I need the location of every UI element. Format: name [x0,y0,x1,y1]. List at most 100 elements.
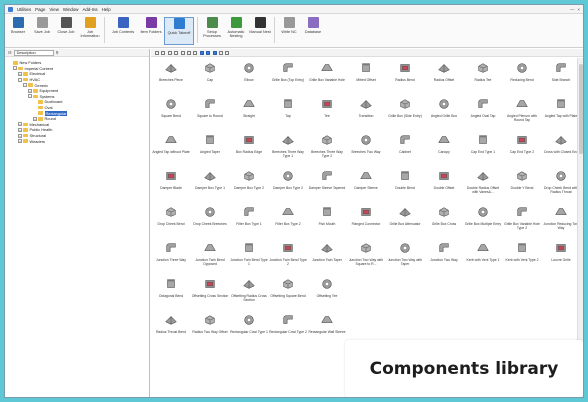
expand-toggle-icon[interactable]: - [18,77,22,82]
component-item[interactable]: Straight [230,97,268,132]
component-item[interactable]: Reducing Bend [503,61,541,96]
component-item[interactable]: Drop Cheek Breeches [191,205,229,240]
component-item[interactable]: Junction Reducing Two Way [542,205,580,240]
menu-item[interactable]: Utilities [17,7,31,12]
component-item[interactable]: Radius Bend [386,61,424,96]
component-item[interactable]: Cap End Type 2 [503,133,541,168]
forward-icon[interactable] [161,50,166,55]
expand-toggle-icon[interactable]: + [18,133,22,138]
expand-toggle-icon[interactable]: - [28,94,32,99]
component-item[interactable]: Breeches Three Way Type 2 [308,133,346,168]
component-item[interactable]: Damper Box Type 2 [230,169,268,204]
component-item[interactable]: Radius Two Way Offset [191,313,229,348]
component-item[interactable]: Grille Box Variable Hole [308,61,346,96]
component-item[interactable]: Grille Box (Top Entry) [269,61,307,96]
component-item[interactable]: Filter Box Type 1 [230,205,268,240]
component-item[interactable]: Kerb with Vent Type 2 [503,241,541,276]
component-item[interactable]: Filter Box Type 2 [269,205,307,240]
component-item[interactable]: Grille Box Variable Hole Type 2 [503,205,541,240]
delete-icon[interactable] [180,50,185,55]
component-item[interactable]: Drop Cheek Bend [152,205,190,240]
refresh-icon[interactable] [193,50,198,55]
ribbon-button[interactable]: Write NC [278,17,300,45]
component-item[interactable]: Junction Twin Bend Type 2 [269,241,307,276]
minimize-icon[interactable]: — [570,7,574,12]
component-item[interactable]: Louvre Grille [542,241,580,276]
component-item[interactable]: Offsetting Square Bend [269,277,307,312]
ribbon-button[interactable]: Database [302,17,324,45]
component-item[interactable]: Flanged Connector [347,205,385,240]
rename-icon[interactable] [186,50,191,55]
ribbon-button[interactable]: Close Job [55,17,77,45]
ribbon-button[interactable]: Automatic Nesting [225,17,247,45]
component-item[interactable]: Kerb with Vent Type 1 [464,241,502,276]
component-item[interactable]: Canopy [425,133,463,168]
component-item[interactable]: Angled Taper [191,133,229,168]
component-item[interactable]: Angled Plenum with Round Tap [503,97,541,132]
ribbon-button[interactable]: Item Folders [140,17,162,45]
component-item[interactable]: Breeches Piece [152,61,190,96]
component-item[interactable]: Cap End Type 1 [464,133,502,168]
tree-node[interactable]: + Weaders [8,138,149,144]
component-item[interactable]: Damper Box Type 1 [191,169,229,204]
component-item[interactable]: Angled Tap without Plate [152,133,190,168]
large-icons-view-icon[interactable] [199,50,204,55]
expand-toggle-icon[interactable]: + [33,116,37,121]
component-item[interactable]: Double Radius Offset with Vanes&... [464,169,502,204]
component-item[interactable]: Rectangular Wall Sleeve [308,313,346,348]
component-item[interactable]: Rectangular Cowl Type 1 [230,313,268,348]
component-item[interactable]: Angled Oval Tap [464,97,502,132]
ribbon-button[interactable]: Quick Takeoff [164,17,194,45]
menu-item[interactable]: Help [102,7,111,12]
component-item[interactable]: Square to Round [191,97,229,132]
ribbon-button[interactable]: Browser [7,17,29,45]
menu-item[interactable]: Page [35,7,45,12]
component-item[interactable]: Junction Three Way [152,241,190,276]
component-item[interactable]: Cabinet [386,133,424,168]
ribbon-button[interactable]: Save Job [31,17,53,45]
component-item[interactable]: Grille Box Multiple Entry [464,205,502,240]
component-item[interactable]: Damper Blade [152,169,190,204]
component-item[interactable]: Elbow [230,61,268,96]
component-item[interactable]: Double Bend [386,169,424,204]
menu-item[interactable]: View [49,7,58,12]
component-item[interactable]: Junction Twin Bend Opposed [191,241,229,276]
ribbon-button[interactable]: Manual Nest [249,17,271,45]
component-item[interactable]: Box Radius Edge [230,133,268,168]
component-item[interactable]: Octagonal Bend [152,277,190,312]
component-item[interactable]: Junction Twin Taper [308,241,346,276]
preview-icon[interactable] [225,50,230,55]
component-item[interactable]: Fish Mouth [308,205,346,240]
expand-toggle-icon[interactable]: - [23,83,27,88]
component-item[interactable]: Square Bend [152,97,190,132]
component-item[interactable]: Angled Grille Box [425,97,463,132]
component-item[interactable]: Angled Tap with Plate [542,97,580,132]
expand-toggle-icon[interactable]: + [18,71,22,76]
component-item[interactable]: Grille Box Cross [425,205,463,240]
component-item[interactable]: Junction Twin Bend Type 1 [230,241,268,276]
component-item[interactable]: Radius Offset [425,61,463,96]
ribbon-button[interactable]: Job Information [79,17,101,45]
component-item[interactable]: Rectangular Cowl Type 2 [269,313,307,348]
component-item[interactable]: Tap [269,97,307,132]
component-item[interactable]: Tee [308,97,346,132]
component-item[interactable]: Offsetting Tee [308,277,346,312]
expand-toggle-icon[interactable]: + [18,139,22,144]
component-item[interactable]: Breeches Two Way [347,133,385,168]
component-item[interactable]: Grille Box (Side Entry) [386,97,424,132]
component-item[interactable]: Junction Two Way [425,241,463,276]
description-dropdown[interactable]: Description [13,49,54,56]
component-item[interactable]: Damper Sleeve [347,169,385,204]
component-item[interactable]: Radius Throat Bend [152,313,190,348]
component-item[interactable]: Offsetting Radius Cross Section [230,277,268,312]
component-item[interactable]: Side Branch [542,61,580,96]
expand-toggle-icon[interactable]: + [18,122,22,127]
scrollbar-thumb[interactable] [579,64,583,154]
expand-toggle-icon[interactable]: + [18,127,22,132]
up-icon[interactable] [167,50,172,55]
menu-item[interactable]: Add-Ins [82,7,97,12]
component-item[interactable]: Drop Cheek Bend with Radius Throat [542,169,580,204]
back-icon[interactable] [155,50,159,55]
component-item[interactable]: Cap [191,61,229,96]
component-item[interactable]: Damper Box Type 2 [269,169,307,204]
